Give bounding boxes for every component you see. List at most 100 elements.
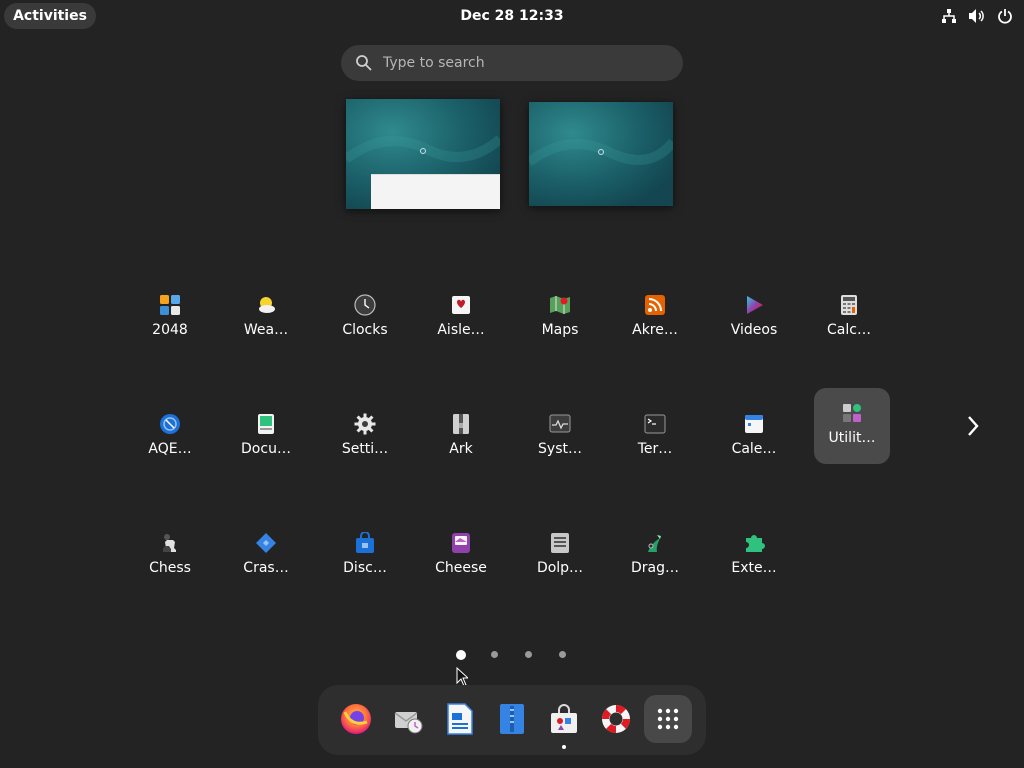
app-grid-icon (657, 708, 679, 730)
search-icon (356, 55, 372, 71)
volume-icon[interactable] (968, 6, 986, 26)
app-label: Ter… (637, 441, 673, 457)
page-indicator-3[interactable] (525, 651, 532, 658)
app-dolphin[interactable]: Dolp… (522, 518, 598, 594)
mail-clock-icon (394, 712, 423, 734)
2048-icon (159, 294, 181, 316)
app-2048[interactable]: 2048 (132, 280, 208, 356)
weather-icon (255, 294, 277, 316)
app-dragon-player[interactable]: Drag… (617, 518, 693, 594)
app-ark[interactable]: Ark (423, 399, 499, 475)
app-label: Wea… (243, 322, 289, 338)
dash-firefox[interactable] (332, 695, 380, 743)
app-label: Setti… (341, 441, 389, 457)
app-akregator[interactable]: Akre… (617, 280, 693, 356)
dash-software[interactable] (540, 695, 588, 749)
app-videos[interactable]: Videos (716, 280, 792, 356)
terminal-icon (644, 413, 666, 435)
dash-evolution-mail[interactable] (384, 695, 432, 743)
app-folder-utilities[interactable]: Utilit… (814, 388, 890, 464)
writer-document-icon (447, 703, 473, 735)
clock-icon (354, 294, 376, 316)
app-label: Cale… (731, 441, 777, 457)
dash-libreoffice-writer[interactable] (436, 695, 484, 743)
app-label: Dolp… (536, 560, 584, 576)
system-tray[interactable] (940, 6, 1014, 26)
cheese-icon (450, 532, 472, 554)
calculator-icon (838, 294, 860, 316)
app-document-viewer[interactable]: Docu… (228, 399, 304, 475)
settings-gear-icon (354, 413, 376, 435)
chess-icon (159, 532, 181, 554)
app-clocks[interactable]: Clocks (327, 280, 403, 356)
app-label: Disc… (343, 560, 387, 576)
app-discover[interactable]: Disc… (327, 518, 403, 594)
firefox-icon (341, 704, 371, 734)
dash-help[interactable] (592, 695, 640, 743)
window-preview (371, 174, 500, 209)
top-bar: Activities Dec 28 12:33 (0, 0, 1024, 32)
app-weather[interactable]: Wea… (228, 280, 304, 356)
network-icon[interactable] (940, 6, 958, 26)
show-apps-button[interactable] (644, 695, 692, 743)
software-store-icon (551, 704, 577, 733)
app-settings[interactable]: Setti… (327, 399, 403, 475)
app-label: Ark (449, 441, 473, 457)
app-label: Utilit… (828, 430, 876, 446)
page-indicator-1[interactable] (456, 650, 466, 660)
utilities-folder-icon (841, 402, 863, 424)
page-indicator-4[interactable] (559, 651, 566, 658)
overview-screen: Activities Dec 28 12:33 Type to search 2… (0, 0, 1024, 768)
videos-icon (743, 294, 765, 316)
page-indicator-2[interactable] (491, 651, 498, 658)
app-label: Drag… (630, 560, 679, 576)
workspace-thumbnail-2[interactable] (529, 102, 673, 206)
app-system-monitor[interactable]: Syst… (522, 399, 598, 475)
app-terminal[interactable]: Ter… (617, 399, 693, 475)
app-calendar[interactable]: Cale… (716, 399, 792, 475)
app-aqemu[interactable]: AQE… (132, 399, 208, 475)
system-monitor-icon (549, 413, 571, 435)
activities-button[interactable]: Activities (4, 3, 96, 29)
app-crash-reporter[interactable]: Cras… (228, 518, 304, 594)
app-calculator[interactable]: Calc… (811, 280, 887, 356)
app-label: AQE… (148, 441, 192, 457)
search-input[interactable] (383, 45, 673, 81)
app-label: Maps (541, 322, 579, 338)
app-cheese[interactable]: Cheese (423, 518, 499, 594)
dragon-player-icon (644, 532, 666, 554)
lifebuoy-icon (602, 705, 630, 733)
app-extensions[interactable]: Exte… (716, 518, 792, 594)
dash (318, 685, 706, 755)
app-aisleriot[interactable]: Aisle… (423, 280, 499, 356)
app-label: Docu… (241, 441, 291, 457)
app-label: Videos (730, 322, 778, 338)
running-indicator (562, 745, 566, 749)
app-label: Syst… (538, 441, 582, 457)
discover-icon (354, 532, 376, 554)
app-maps[interactable]: Maps (522, 280, 598, 356)
next-page-arrow-icon[interactable] (962, 410, 984, 442)
app-label: Cras… (243, 560, 289, 576)
app-label: Clocks (342, 322, 388, 338)
maps-icon (549, 294, 571, 316)
mouse-cursor-icon (456, 667, 468, 687)
text-editor-icon (500, 704, 524, 734)
akregator-icon (644, 294, 666, 316)
crash-reporter-icon (255, 532, 277, 554)
app-label: 2048 (152, 322, 188, 338)
aisleriot-icon (450, 294, 472, 316)
dolphin-icon (549, 532, 571, 554)
app-label: Chess (149, 560, 191, 576)
app-label: Exte… (731, 560, 777, 576)
workspace-thumbnail-1[interactable] (346, 99, 500, 209)
app-label: Calc… (827, 322, 871, 338)
ark-archive-icon (450, 413, 472, 435)
search-bar[interactable] (341, 45, 683, 81)
clock-date-time[interactable]: Dec 28 12:33 (460, 0, 563, 32)
power-icon[interactable] (996, 6, 1014, 26)
extensions-icon (743, 532, 765, 554)
document-viewer-icon (255, 413, 277, 435)
app-chess[interactable]: Chess (132, 518, 208, 594)
dash-text-editor[interactable] (488, 695, 536, 743)
